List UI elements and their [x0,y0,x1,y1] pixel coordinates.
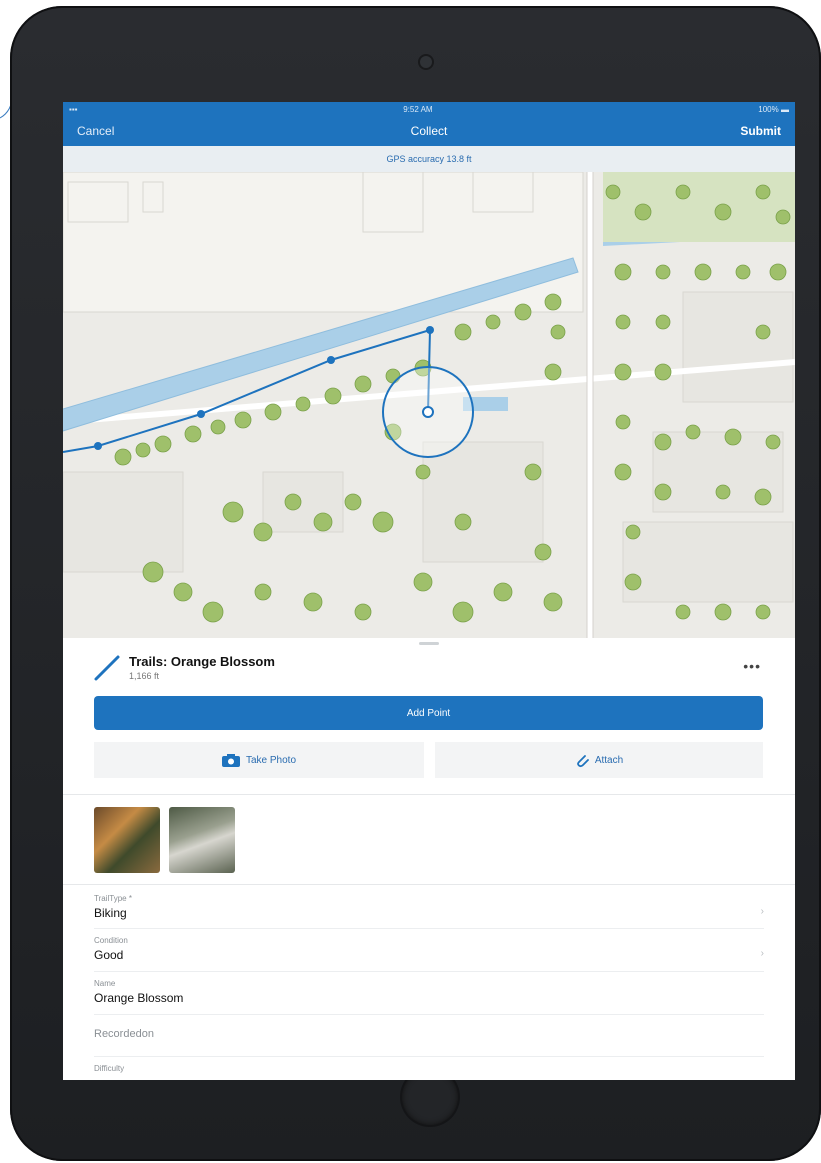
status-time: 9:52 AM [403,104,433,114]
attachment-thumbnail[interactable] [94,807,160,873]
gps-accuracy-banner: GPS accuracy 13.8 ft [63,146,795,172]
chevron-right-icon: › [760,948,764,959]
attachment-thumbnail[interactable] [169,807,235,873]
map-view[interactable] [63,172,795,638]
divider [94,971,764,972]
field-name[interactable]: Name Orange Blossom [94,979,764,1005]
field-label: Name [94,979,116,988]
field-label: Difficulty [94,1064,125,1073]
status-bar: ▪▪▪ 9:52 AM 100% ▬ [63,102,795,116]
take-photo-label: Take Photo [245,754,297,766]
ipad-frame: ▪▪▪ 9:52 AM 100% ▬ Cancel Collect Submit… [10,6,821,1161]
feature-title: Trails: Orange Blossom [129,654,275,669]
more-icon[interactable]: ••• [743,658,761,674]
paperclip-icon [576,755,589,768]
map-canvas [63,172,795,638]
divider [94,1014,764,1015]
take-photo-button[interactable]: Take Photo [94,742,424,778]
sheet-grabber[interactable] [419,642,439,645]
battery-percent: 100% [758,104,779,114]
attach-label: Attach [594,754,624,766]
field-condition[interactable]: Condition Good › [94,936,764,962]
field-value: Good [94,948,124,962]
camera-icon [221,753,240,767]
feature-length: 1,166 ft [129,671,160,681]
field-value: Biking [94,906,127,920]
submit-button[interactable]: Submit [740,124,781,138]
field-recordedon[interactable]: Recordedon [94,1028,764,1040]
page-title: Collect [410,124,448,138]
field-label: TrailType * [94,894,132,903]
field-label: Condition [94,936,128,945]
attach-button[interactable]: Attach [435,742,763,778]
divider [94,1056,764,1057]
divider [63,884,795,885]
app-screen: ▪▪▪ 9:52 AM 100% ▬ Cancel Collect Submit… [63,102,795,1080]
battery-icon: ▬ [780,104,789,114]
signal-icon: ▪▪▪ [69,104,78,114]
field-difficulty[interactable]: Difficulty [94,1064,764,1073]
field-placeholder: Recordedon [94,1028,154,1040]
add-point-button[interactable]: Add Point [94,696,763,730]
chevron-right-icon: › [760,906,764,917]
field-trailtype[interactable]: TrailType * Biking › [94,894,764,920]
divider [94,928,764,929]
field-value: Orange Blossom [94,991,184,1005]
nav-bar: Cancel Collect Submit [63,116,795,146]
feature-sheet: Trails: Orange Blossom 1,166 ft ••• Add … [63,638,795,1080]
camera-icon [420,56,432,68]
battery-indicator: 100% ▬ [758,105,789,114]
polyline-icon [94,655,120,681]
divider [63,794,795,795]
